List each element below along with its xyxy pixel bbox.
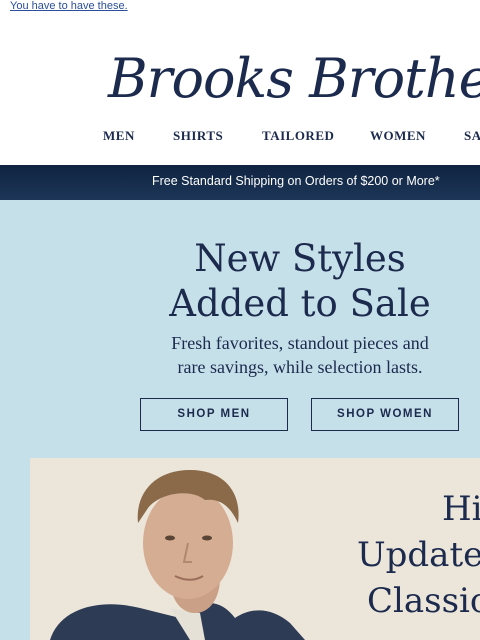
brooks-brothers-logo[interactable]: Brooks Brothers (100, 42, 480, 116)
hero-headline-line2: Added to Sale (169, 282, 431, 325)
nav-item-shirts[interactable]: SHIRTS (173, 128, 223, 144)
feature-image[interactable]: Hi Updated Classic (30, 458, 480, 640)
feature-text-line1: Hi (442, 489, 480, 529)
nav-item-men[interactable]: MEN (103, 128, 135, 144)
feature-text-line3: Classic (367, 581, 480, 621)
hero-subhead-line2: rare savings, while selection lasts. (177, 357, 423, 377)
nav-item-tailored[interactable]: TAILORED (262, 128, 334, 144)
preheader-link[interactable]: You have to have these. (10, 0, 128, 12)
nav-item-women[interactable]: WOMEN (370, 128, 426, 144)
shop-men-button[interactable]: SHOP MEN (140, 398, 288, 431)
logo-wordmark: Brooks Brothers (108, 47, 480, 110)
shop-women-button[interactable]: SHOP WOMEN (311, 398, 459, 431)
feature-text-line2: Updated (357, 535, 480, 575)
main-nav: MEN SHIRTS TAILORED WOMEN SA (0, 128, 480, 146)
hero-headline-line1: New Styles (194, 237, 406, 280)
sale-hero: New Styles Added to Sale Fresh favorites… (0, 200, 480, 640)
shipping-banner[interactable]: Free Standard Shipping on Orders of $200… (0, 165, 480, 200)
shipping-banner-text: Free Standard Shipping on Orders of $200… (152, 174, 440, 188)
hero-subhead-line1: Fresh favorites, standout pieces and (171, 333, 429, 353)
nav-item-sale[interactable]: SA (464, 128, 480, 144)
